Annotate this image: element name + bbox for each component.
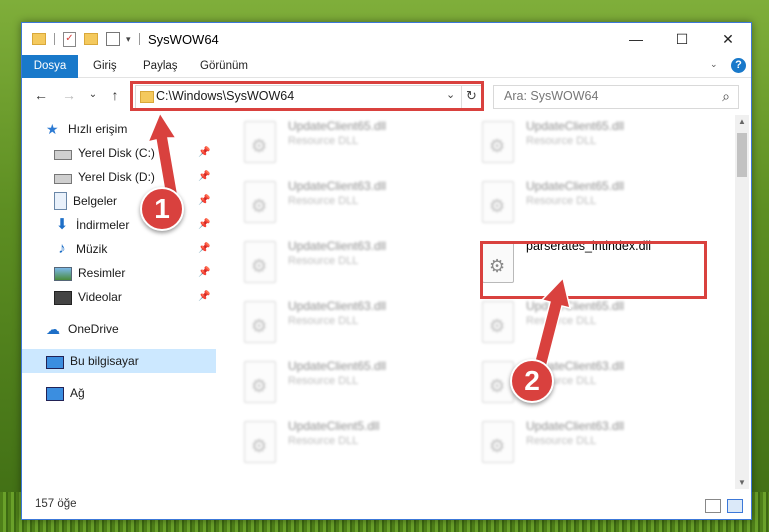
arrow-2: [532, 276, 572, 373]
arrow-1: [146, 111, 179, 199]
callout-2: 2: [510, 359, 554, 403]
callout-1: 1: [140, 187, 184, 231]
annotation-arrows: [146, 111, 572, 373]
